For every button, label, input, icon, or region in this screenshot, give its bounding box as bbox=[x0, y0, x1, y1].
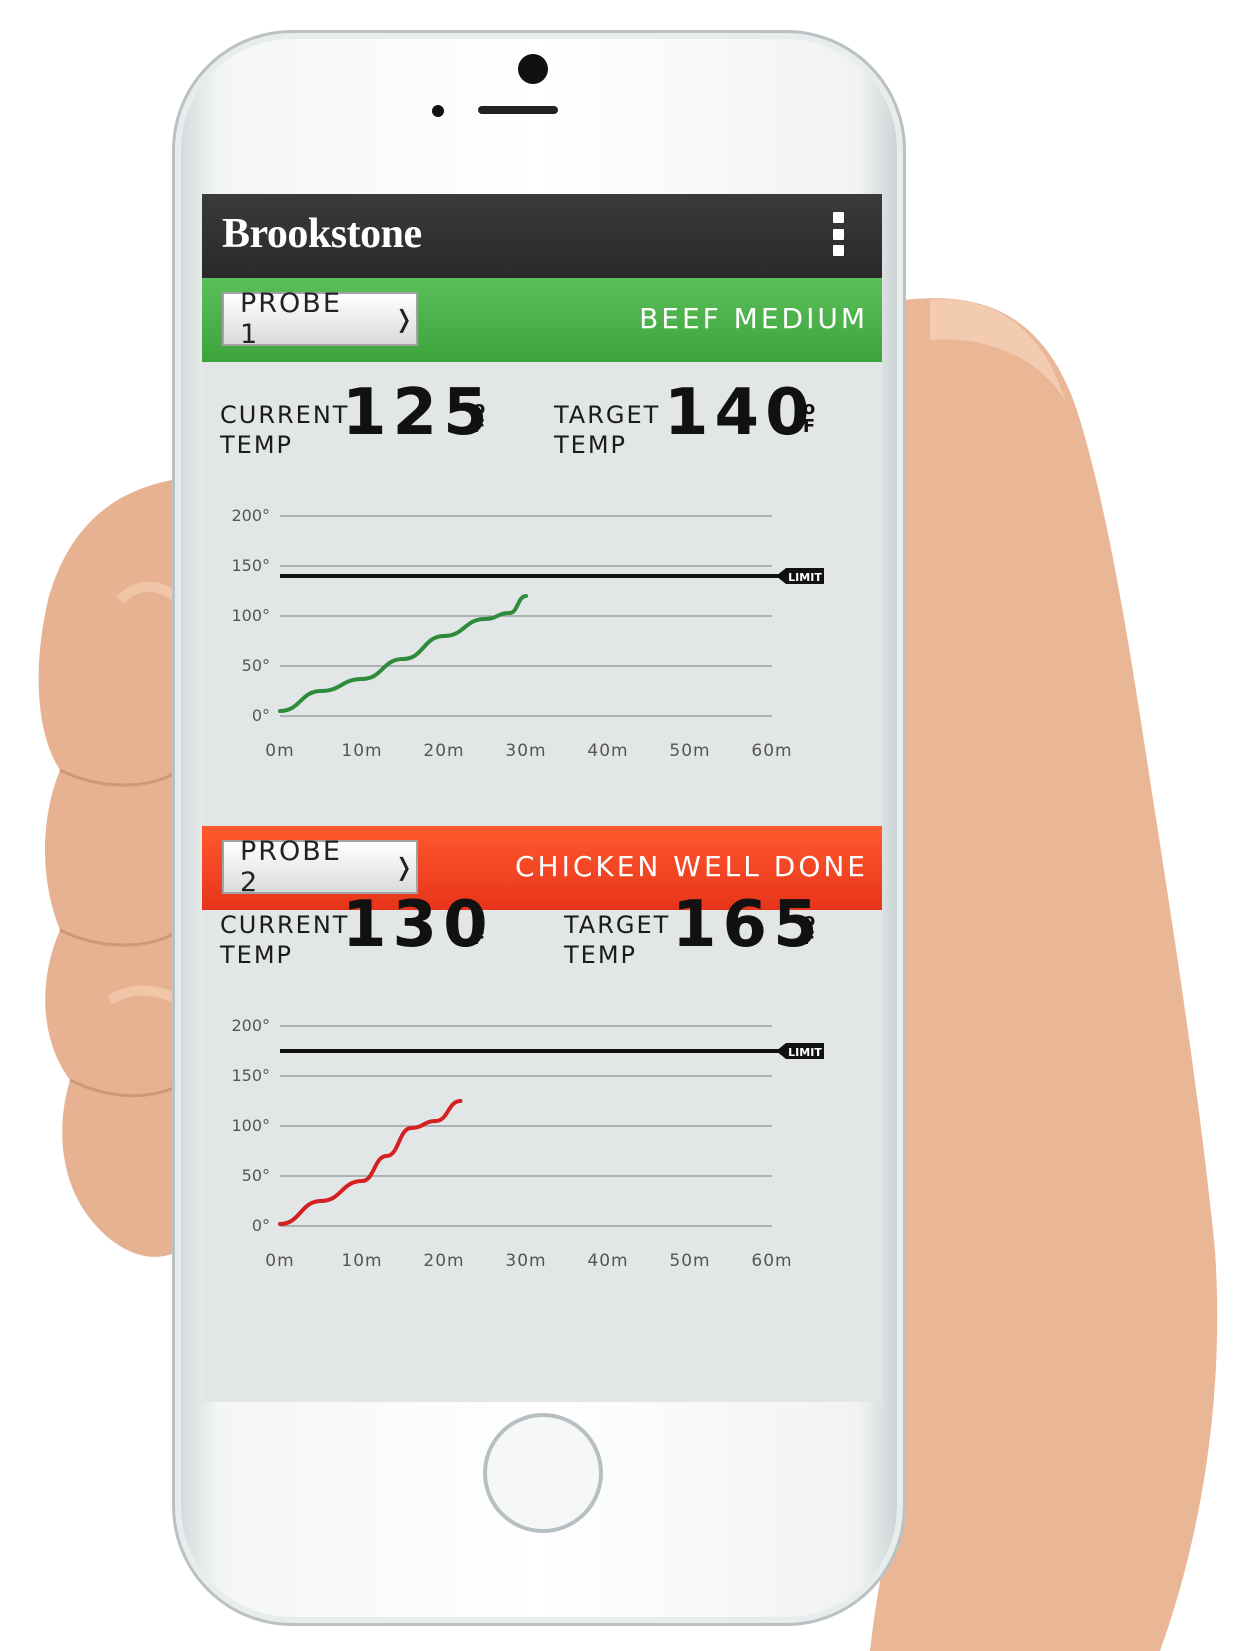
x-tick-label: 0m bbox=[265, 741, 294, 761]
temperature-series-line bbox=[278, 594, 528, 713]
x-tick-label: 60m bbox=[751, 1251, 792, 1271]
y-tick-label: 50° bbox=[242, 1166, 270, 1185]
probe1-temp-chart: 0° 50° 100° 150° 200° 0m 10m 20m 30m 40m 50m 60m LIM… bbox=[231, 506, 824, 761]
brand-logo: Brookstone bbox=[222, 211, 422, 257]
y-tick-label: 0° bbox=[252, 1216, 270, 1235]
chevron-right-icon: ❭ bbox=[393, 853, 416, 881]
y-tick-label: 100° bbox=[231, 1116, 270, 1135]
probe2-temp-chart: 0° 50° 100° 150° 200° 0m 10m 20m 30m 40m 50m 60m LIM… bbox=[231, 1016, 824, 1271]
x-tick-label: 60m bbox=[751, 741, 792, 761]
probe2-button[interactable]: PROBE 2 ❭ bbox=[222, 836, 418, 898]
app-screen: Brookstone PROBE 1 ❭ BEEF MEDIUM CURRENT… bbox=[202, 194, 882, 1402]
probe2-recipe: CHICKEN WELL DONE bbox=[514, 850, 868, 883]
x-tick-label: 20m bbox=[423, 1251, 464, 1271]
y-tick-label: 200° bbox=[231, 1016, 270, 1035]
x-tick-label: 30m bbox=[505, 1251, 546, 1271]
probe1-bar: PROBE 1 ❭ BEEF MEDIUM bbox=[202, 278, 882, 362]
target-temp-value: 140 bbox=[664, 376, 816, 450]
probe1-button[interactable]: PROBE 1 ❭ bbox=[222, 288, 418, 350]
earpiece-speaker bbox=[478, 106, 558, 114]
fahrenheit-unit: oF bbox=[802, 398, 816, 437]
x-tick-label: 30m bbox=[505, 741, 546, 761]
target-temp-label: TARGET TEMP bbox=[554, 401, 661, 459]
target-temp-label: TARGET TEMP bbox=[564, 911, 671, 969]
limit-label: LIMIT bbox=[788, 1046, 822, 1059]
home-button[interactable] bbox=[483, 1413, 603, 1533]
x-tick-label: 50m bbox=[669, 741, 710, 761]
y-tick-label: 100° bbox=[231, 606, 270, 625]
x-tick-label: 10m bbox=[341, 741, 382, 761]
x-tick-label: 10m bbox=[341, 1251, 382, 1271]
x-tick-label: 20m bbox=[423, 741, 464, 761]
current-temp-label: CURRENT TEMP bbox=[220, 911, 350, 969]
fahrenheit-unit: oF bbox=[472, 398, 486, 437]
temperature-series-line bbox=[278, 1099, 463, 1226]
x-tick-label: 50m bbox=[669, 1251, 710, 1271]
chevron-right-icon: ❭ bbox=[393, 305, 416, 333]
fahrenheit-unit: oF bbox=[802, 910, 816, 949]
x-tick-label: 40m bbox=[587, 741, 628, 761]
fahrenheit-unit: oF bbox=[472, 910, 486, 949]
front-camera bbox=[518, 54, 548, 84]
proximity-sensor bbox=[432, 105, 444, 117]
y-tick-label: 50° bbox=[242, 656, 270, 675]
probe1-temps: CURRENT TEMP 125 oF TARGET TEMP 140 oF bbox=[202, 376, 882, 494]
y-tick-label: 150° bbox=[231, 1066, 270, 1085]
app-header: Brookstone bbox=[202, 194, 882, 278]
current-temp-label: CURRENT TEMP bbox=[220, 401, 350, 459]
x-tick-label: 40m bbox=[587, 1251, 628, 1271]
kebab-menu-icon[interactable] bbox=[832, 212, 844, 256]
probe1-button-label: PROBE 1 bbox=[240, 288, 342, 350]
y-tick-label: 0° bbox=[252, 706, 270, 725]
probe1-recipe: BEEF MEDIUM bbox=[639, 302, 868, 335]
limit-label: LIMIT bbox=[788, 571, 822, 584]
y-tick-label: 150° bbox=[231, 556, 270, 575]
x-tick-label: 0m bbox=[265, 1251, 294, 1271]
y-tick-label: 200° bbox=[231, 506, 270, 525]
